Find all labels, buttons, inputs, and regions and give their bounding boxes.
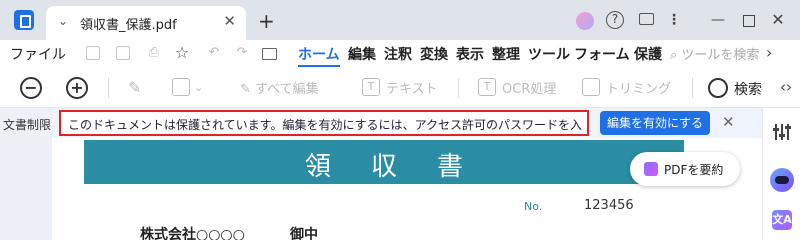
trim-icon bbox=[582, 78, 600, 96]
zoom-in-button[interactable]: + bbox=[66, 77, 88, 99]
slider-knob bbox=[785, 126, 791, 129]
ocr-icon: T bbox=[478, 78, 496, 96]
menu-form[interactable]: フォーム bbox=[574, 44, 630, 64]
ocr-label: OCR処理 bbox=[502, 82, 557, 97]
close-window-button[interactable]: ✕ bbox=[768, 10, 788, 30]
more-options-icon[interactable]: ⋮ bbox=[664, 10, 684, 30]
undo-icon[interactable]: ↶ bbox=[206, 45, 222, 61]
menu-home[interactable]: ホーム bbox=[298, 44, 340, 67]
slider-knob bbox=[779, 134, 785, 137]
summarize-pdf-button[interactable]: PDFを要約 bbox=[630, 152, 740, 186]
summarize-icon bbox=[644, 162, 658, 176]
toolbar-divider bbox=[692, 78, 693, 98]
mail-icon[interactable] bbox=[262, 48, 277, 60]
edit-all-button: ✎ すべて編集 bbox=[240, 82, 319, 97]
print-icon[interactable]: ⎙ bbox=[146, 45, 162, 61]
save-icon[interactable] bbox=[86, 46, 100, 60]
zoom-out-button[interactable]: − bbox=[20, 77, 42, 99]
slider-line bbox=[781, 124, 783, 140]
menu-file[interactable]: ファイル bbox=[10, 44, 66, 64]
user-avatar[interactable] bbox=[576, 12, 594, 30]
menu-organize[interactable]: 整理 bbox=[492, 44, 520, 64]
notice-close-icon[interactable]: ✕ bbox=[722, 113, 735, 131]
tool-search-input[interactable]: ⌕ ツールを検索 bbox=[670, 44, 759, 63]
document-page: 領収書 PDFを要約 No. 123456 株式会社○○○○ 御中 bbox=[52, 138, 762, 240]
document-title: 領収書 bbox=[304, 152, 503, 182]
shape-icon bbox=[172, 78, 190, 96]
translate-icon[interactable]: 文A bbox=[772, 210, 792, 230]
summarize-label: PDFを要約 bbox=[664, 163, 724, 177]
ai-assistant-icon[interactable] bbox=[770, 168, 794, 192]
shape-dropdown-icon: ⌄ bbox=[194, 81, 204, 94]
left-sidebar: 文書制限 bbox=[0, 108, 52, 240]
document-viewer[interactable]: 領収書 PDFを要約 No. 123456 株式会社○○○○ 御中 bbox=[52, 138, 762, 240]
protection-notice-bar: このドキュメントは保護されています。編集を有効にするには、アクセス許可のパスワー… bbox=[52, 108, 762, 138]
app-logo-icon bbox=[14, 10, 34, 30]
tool-search-placeholder: ツールを検索 bbox=[681, 48, 760, 63]
receipt-number-label: No. bbox=[524, 200, 543, 213]
save-as-icon[interactable] bbox=[116, 46, 130, 60]
restriction-label: 文書制限 bbox=[3, 118, 52, 132]
enable-editing-button[interactable]: 編集を有効にする bbox=[600, 111, 710, 135]
menu-protect[interactable]: 保護 bbox=[634, 44, 662, 64]
menu-edit[interactable]: 編集 bbox=[348, 44, 376, 64]
protection-notice: このドキュメントは保護されています。編集を有効にするには、アクセス許可のパスワー… bbox=[59, 110, 589, 136]
message-icon[interactable] bbox=[636, 10, 656, 30]
menu-tools[interactable]: ツール bbox=[528, 44, 570, 64]
search-label: 検索 bbox=[734, 82, 762, 98]
protection-notice-text: このドキュメントは保護されています。編集を有効にするには、アクセス許可のパスワー… bbox=[68, 118, 582, 132]
menu-annotate[interactable]: 注釈 bbox=[384, 44, 412, 64]
redo-icon[interactable]: ↷ bbox=[234, 45, 250, 61]
title-bar: ⌄ 領収書_保護.pdf ✕ + ? ⋮ — ✕ bbox=[0, 0, 800, 40]
toolbar-divider bbox=[108, 78, 109, 98]
maximize-button[interactable] bbox=[738, 10, 758, 30]
receipt-number-value: 123456 bbox=[584, 198, 634, 213]
menu-scroll-right-icon[interactable]: › bbox=[766, 43, 772, 62]
menu-view[interactable]: 表示 bbox=[456, 44, 484, 64]
tab-chevron-icon[interactable]: ⌄ bbox=[58, 14, 68, 28]
minimize-button[interactable]: — bbox=[708, 10, 728, 30]
menu-convert[interactable]: 変換 bbox=[420, 44, 448, 64]
document-tab[interactable]: ⌄ 領収書_保護.pdf ✕ bbox=[46, 6, 246, 40]
search-icon bbox=[708, 78, 728, 98]
text-label: テキスト bbox=[386, 82, 438, 97]
right-sidebar: 文A bbox=[762, 108, 800, 240]
properties-icon[interactable] bbox=[772, 124, 792, 140]
slider-line bbox=[775, 124, 777, 140]
text-icon: T bbox=[362, 78, 380, 96]
trim-label: トリミング bbox=[606, 82, 672, 97]
company-name: 株式会社○○○○ bbox=[140, 227, 245, 240]
honorific: 御中 bbox=[290, 227, 318, 240]
tab-title: 領収書_保護.pdf bbox=[80, 18, 177, 33]
highlight-icon: ✎ bbox=[128, 78, 142, 97]
slider-knob bbox=[773, 128, 779, 131]
edit-all-label: すべて編集 bbox=[255, 82, 319, 97]
new-tab-button[interactable]: + bbox=[258, 9, 275, 33]
tab-close-icon[interactable]: ✕ bbox=[223, 12, 236, 30]
toolbar-divider bbox=[458, 78, 459, 98]
menu-bar: ファイル ⎙ ☆ ↶ ↷ ホーム 編集 注釈 変換 表示 整理 ツール フォーム… bbox=[0, 40, 800, 68]
title-band: 領収書 bbox=[84, 140, 684, 184]
help-icon[interactable]: ? bbox=[606, 11, 624, 29]
toolbar-nav-icon[interactable]: ‹› bbox=[780, 78, 792, 96]
toolbar: − + ✎ ⌄ ✎ すべて編集 T テキスト T OCR処理 トリミング 検索 … bbox=[0, 68, 800, 108]
star-icon[interactable]: ☆ bbox=[174, 45, 190, 61]
